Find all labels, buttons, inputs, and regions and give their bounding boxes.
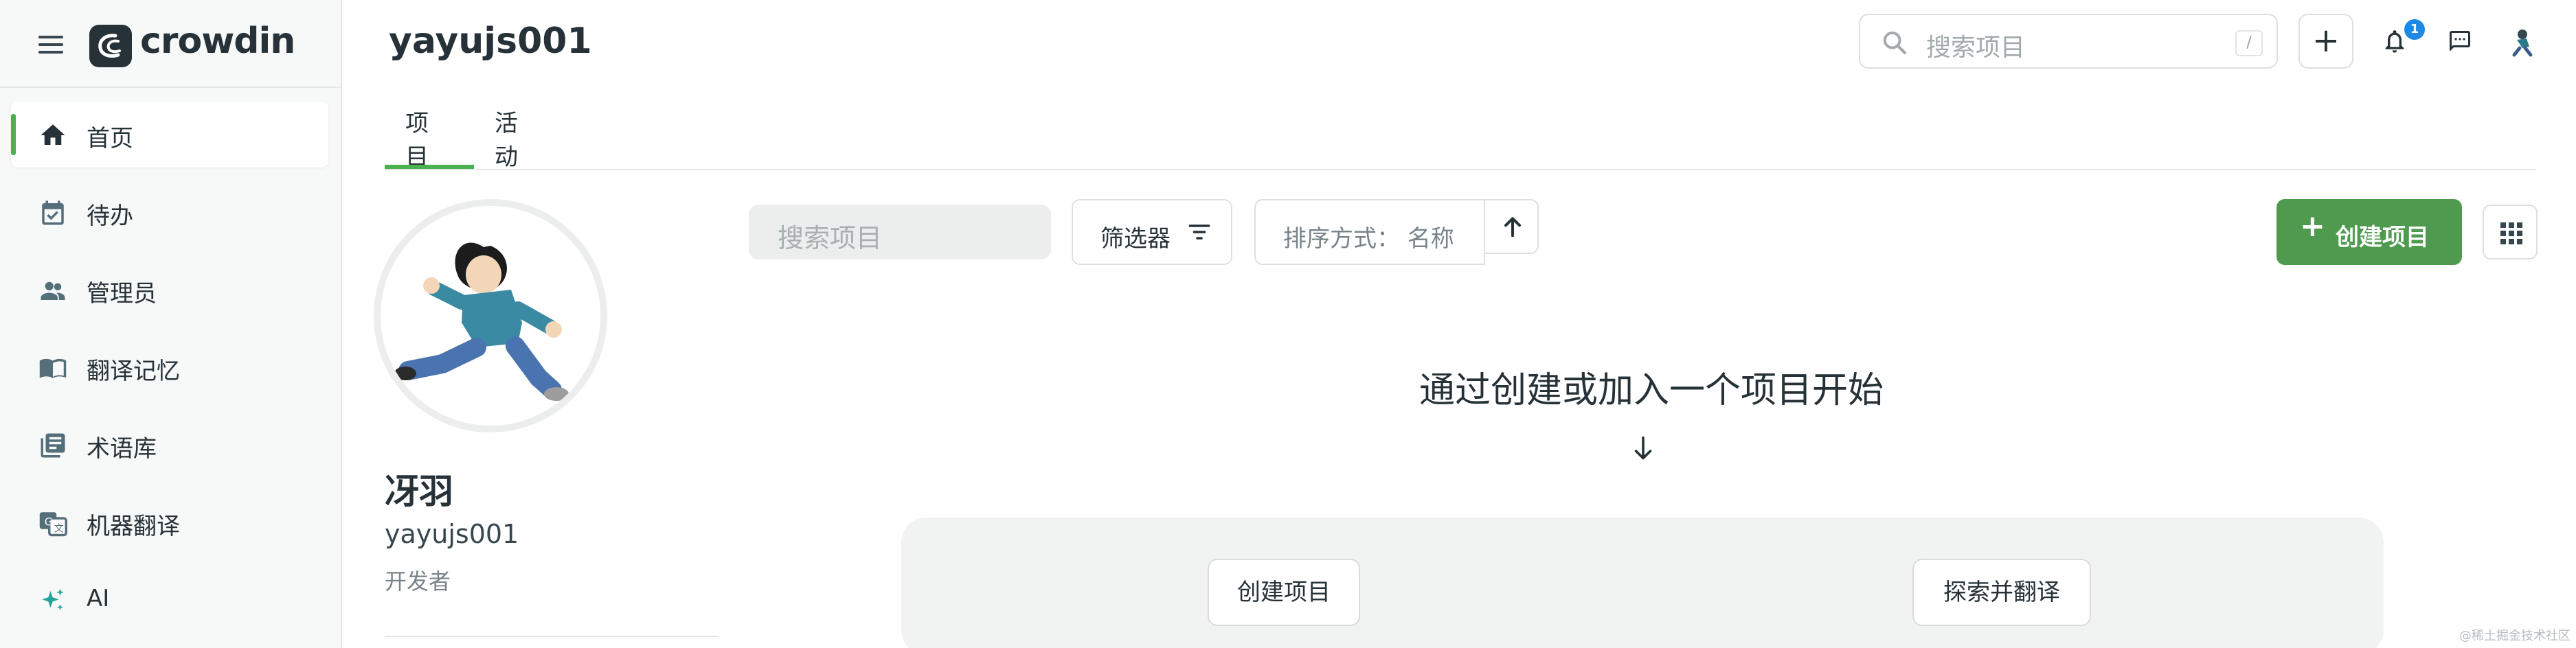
arrow-up-icon (1504, 217, 1521, 238)
sidebar-nav: 首页 待办 管理员 翻译记忆 术语库 G文 机器翻译 AI (11, 102, 328, 645)
sidebar-item-home[interactable]: 首页 (11, 102, 328, 167)
sort-select[interactable]: 排序方式： 名称 (1254, 199, 1485, 265)
sparkle-icon (42, 588, 64, 610)
chat-icon[interactable] (2447, 29, 2473, 54)
search-input[interactable]: 搜索项目 / (1859, 14, 2278, 69)
library-icon (41, 433, 65, 458)
tabs-divider (385, 169, 2536, 170)
calendar-check-icon (42, 200, 64, 225)
search-icon (1883, 31, 1907, 55)
app-root: crowdin 首页 待办 管理员 翻译记忆 术语库 G 文 机器翻译 AI y… (0, 0, 2576, 648)
project-search-placeholder: 搜索项目 (778, 223, 883, 253)
svg-text:G: G (45, 516, 53, 529)
profile-divider (385, 636, 719, 637)
sidebar-item-machine-translation[interactable]: G文 机器翻译 (11, 489, 328, 555)
sidebar-item-label: 待办 (87, 202, 133, 230)
sidebar-item-todo[interactable]: 待办 (11, 179, 328, 245)
empty-create-project-button[interactable]: 创建项目 (1208, 559, 1360, 626)
profile-display-name: 冴羽 (385, 472, 453, 511)
tab-projects[interactable]: 项目 (405, 104, 429, 172)
machine-translate-icon: G文 (39, 512, 67, 537)
grid-view-button[interactable] (2483, 205, 2538, 259)
add-button[interactable]: + (2298, 14, 2353, 69)
user-avatar[interactable] (2507, 27, 2538, 58)
sidebar-item-label: 首页 (87, 125, 133, 152)
filter-button-label: 筛选器 (1100, 225, 1171, 253)
sidebar-item-label: 术语库 (87, 435, 157, 463)
plus-icon: + (2300, 209, 2325, 244)
sidebar-header: crowdin (0, 0, 341, 88)
running-character-illustration (394, 242, 569, 401)
search-placeholder: 搜索项目 (1926, 34, 2026, 62)
sidebar-item-label: 机器翻译 (87, 513, 180, 540)
project-search-input[interactable]: 搜索项目 (749, 205, 1051, 259)
sidebar-item-label: AI (87, 585, 110, 612)
sidebar-item-label: 翻译记忆 (87, 358, 180, 385)
home-icon (41, 124, 65, 145)
empty-state-title: 通过创建或加入一个项目开始 (1419, 370, 1884, 411)
explore-translate-button[interactable]: 探索并翻译 (1912, 559, 2091, 626)
profile-role: 开发者 (385, 568, 451, 594)
notification-badge: 1 (2404, 19, 2425, 40)
page-title: yayujs001 (389, 21, 592, 62)
crowdin-logo-text[interactable]: crowdin (140, 21, 295, 62)
arrow-down-icon (1634, 436, 1652, 460)
filter-icon (1188, 224, 1210, 240)
filter-button[interactable]: 筛选器 (1072, 199, 1232, 265)
sidebar-item-ai[interactable]: AI (11, 567, 328, 633)
svg-text:文: 文 (54, 523, 64, 534)
sidebar: crowdin 首页 待办 管理员 翻译记忆 术语库 G 文 机器翻译 AI (0, 0, 342, 648)
empty-state-panel: 创建项目 探索并翻译 (901, 518, 2384, 648)
book-icon (39, 358, 67, 379)
crowdin-logo-icon[interactable] (89, 25, 132, 67)
sidebar-item-label: 管理员 (87, 280, 157, 308)
profile-avatar (374, 199, 607, 432)
menu-icon[interactable] (38, 36, 63, 54)
sort-direction-button[interactable] (1484, 199, 1539, 254)
search-shortcut-hint: / (2235, 30, 2263, 56)
sidebar-item-translation-memory[interactable]: 翻译记忆 (11, 334, 328, 400)
watermark: @稀土掘金技术社区 (2459, 629, 2571, 643)
grid-icon (2500, 222, 2522, 244)
create-project-button[interactable]: + 创建项目 (2276, 199, 2462, 265)
sidebar-item-admins[interactable]: 管理员 (11, 257, 328, 323)
sidebar-item-glossary[interactable]: 术语库 (11, 412, 328, 478)
profile-username: yayujs001 (385, 519, 519, 549)
people-icon (41, 281, 65, 300)
tab-activity[interactable]: 活动 (495, 104, 518, 172)
sort-select-label: 排序方式： 名称 (1283, 225, 1454, 253)
create-project-label: 创建项目 (2336, 224, 2429, 251)
